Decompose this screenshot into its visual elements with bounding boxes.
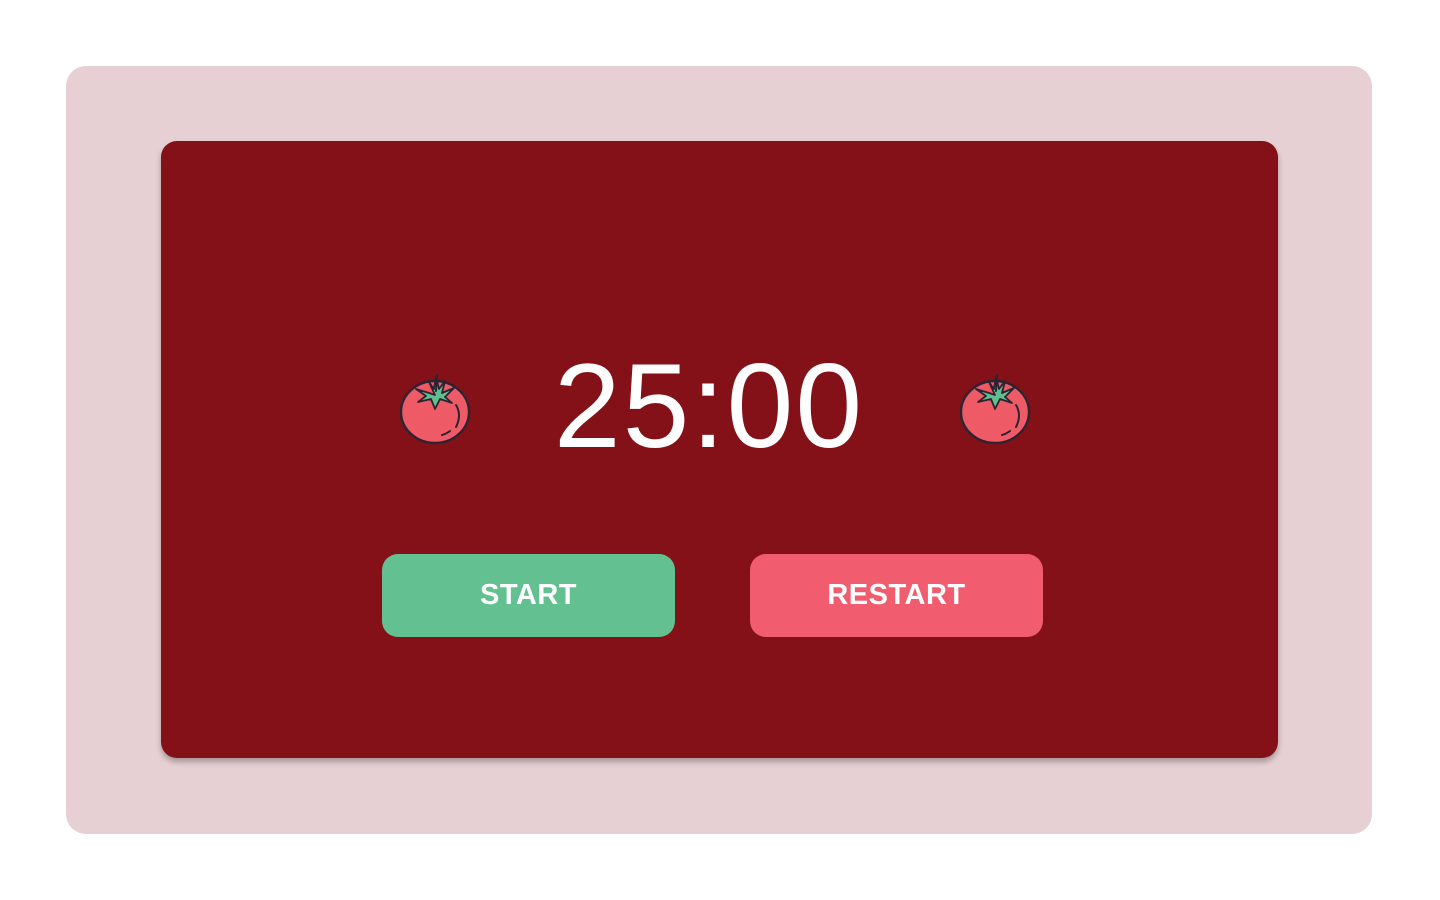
restart-button[interactable]: RESTART <box>750 554 1043 637</box>
start-button[interactable]: START <box>382 554 675 637</box>
tomato-icon <box>398 371 472 445</box>
timer-row: 25:00 <box>161 341 1278 471</box>
app-background: 25:00 START RESTART <box>66 66 1372 834</box>
tomato-icon <box>958 371 1032 445</box>
timer-display: 25:00 <box>553 339 865 473</box>
timer-card: 25:00 START RESTART <box>161 141 1278 758</box>
